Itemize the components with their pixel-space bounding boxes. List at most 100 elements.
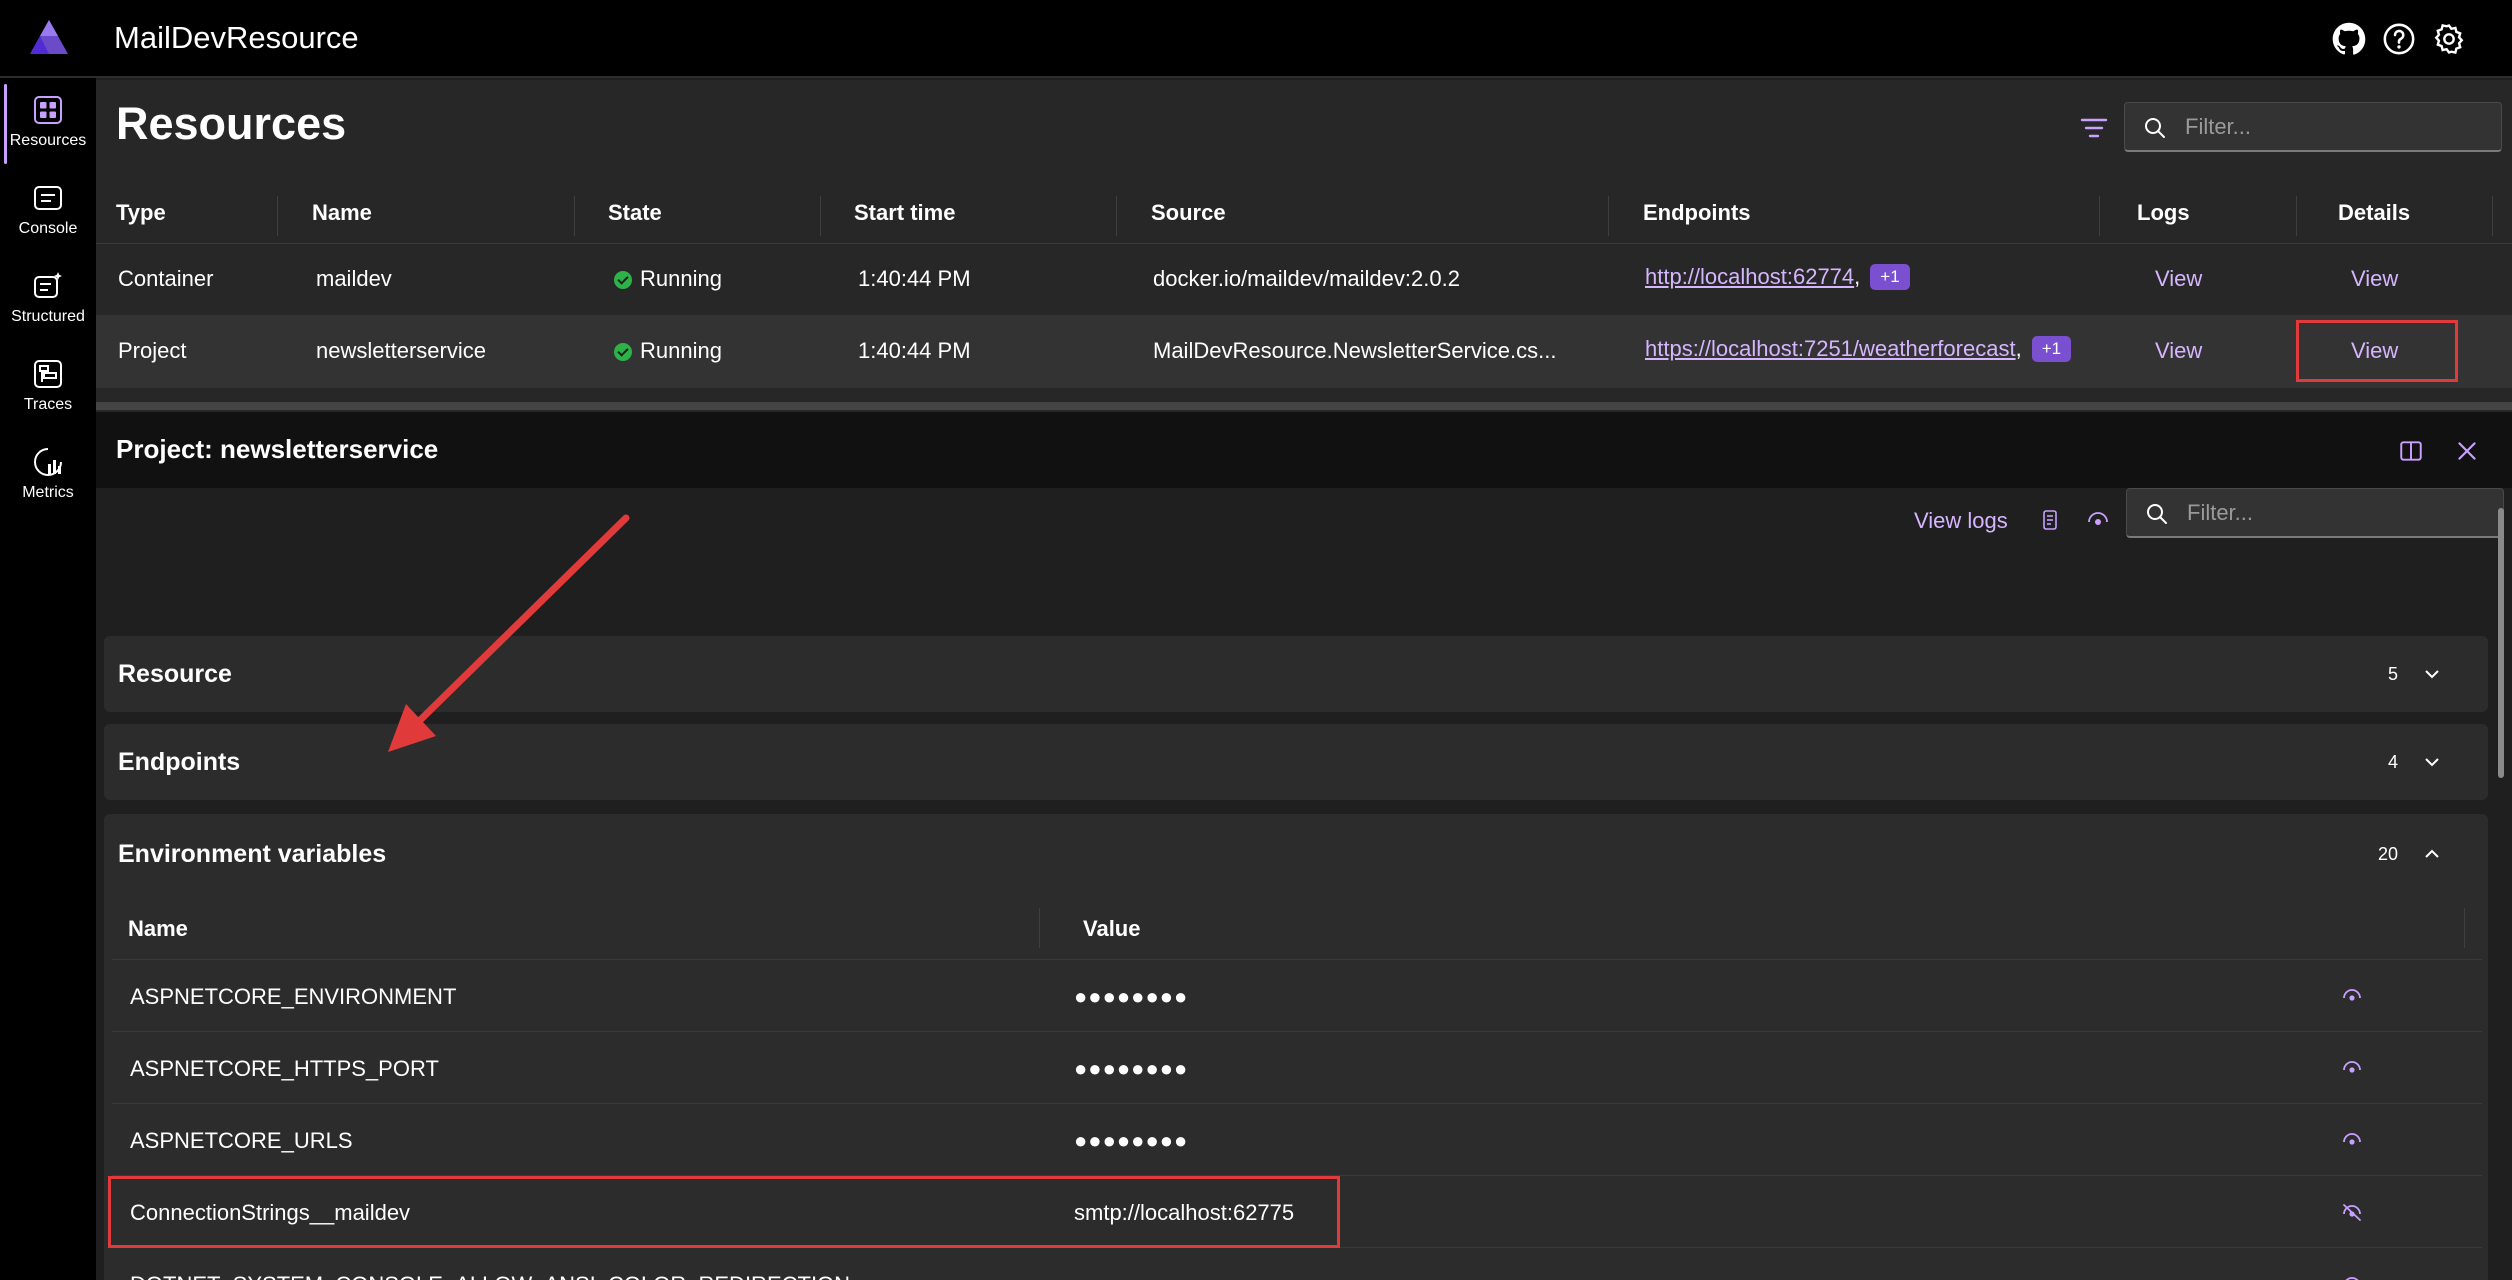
- view-logs-button[interactable]: View logs: [1914, 508, 2008, 534]
- section-count: 20: [2377, 844, 2398, 864]
- env-table-header: Name Value: [112, 894, 2482, 960]
- eye-icon[interactable]: [2340, 984, 2364, 1008]
- grid-icon: [34, 96, 62, 124]
- aspire-logo-icon[interactable]: [28, 18, 70, 56]
- env-var-name: DOTNET_SYSTEM_CONSOLE_ALLOW_ANSI_COLOR_R…: [130, 1272, 850, 1280]
- nav-item-console[interactable]: Console: [0, 166, 96, 250]
- column-header-value[interactable]: Value: [1083, 916, 1140, 942]
- resource-state: Running: [614, 338, 722, 364]
- column-separator: [2296, 196, 2297, 236]
- metrics-icon: [34, 448, 62, 476]
- column-header-source[interactable]: Source: [1151, 200, 1226, 226]
- section-header-environment-variables[interactable]: Environment variables 20: [104, 814, 2488, 890]
- nav-item-structured[interactable]: Structured: [0, 254, 96, 338]
- eye-icon[interactable]: [2340, 1128, 2364, 1152]
- column-header-name[interactable]: Name: [128, 916, 188, 942]
- scrollbar-thumb[interactable]: [2498, 508, 2504, 778]
- search-icon: [2147, 504, 2167, 524]
- column-separator: [1039, 908, 1040, 948]
- env-var-value: ●●●●●●●●: [1074, 1272, 1188, 1280]
- column-header-endpoints[interactable]: Endpoints: [1643, 200, 1751, 226]
- github-icon[interactable]: [2332, 22, 2366, 56]
- resource-state: Running: [614, 266, 722, 292]
- nav-label: Console: [18, 220, 78, 237]
- top-bar: MailDevResource: [0, 0, 2512, 78]
- eye-icon[interactable]: [2340, 1272, 2364, 1280]
- running-check-icon: [614, 271, 632, 289]
- env-row[interactable]: ASPNETCORE_ENVIRONMENT ●●●●●●●●: [112, 960, 2482, 1032]
- eye-icon[interactable]: [2340, 1056, 2364, 1080]
- column-separator: [1608, 196, 1609, 236]
- details-scrollbar[interactable]: [2494, 488, 2508, 1280]
- view-details-link[interactable]: View: [2351, 266, 2398, 292]
- running-check-icon: [614, 343, 632, 361]
- env-var-value: ●●●●●●●●: [1074, 1128, 1189, 1153]
- nav-rail: Resources Console Structured Traces Metr…: [0, 78, 96, 1280]
- chevron-down-icon: [2425, 670, 2439, 679]
- filter-icon[interactable]: [2076, 110, 2112, 146]
- column-header-start-time[interactable]: Start time: [854, 200, 955, 226]
- close-icon[interactable]: [2454, 438, 2480, 464]
- highlight-box: [108, 1176, 1340, 1248]
- resources-search-box[interactable]: [2124, 102, 2502, 152]
- settings-gear-icon[interactable]: [2432, 22, 2466, 56]
- resource-endpoints: https://localhost:7251/weatherforecast, +…: [1645, 336, 2072, 362]
- env-row[interactable]: ConnectionStrings__maildev smtp://localh…: [108, 1176, 2482, 1248]
- resource-name: maildev: [316, 266, 392, 291]
- column-header-type[interactable]: Type: [116, 200, 166, 226]
- column-header-name[interactable]: Name: [312, 200, 372, 226]
- details-filter-input[interactable]: [2187, 497, 2487, 529]
- section-count: 5: [2387, 664, 2398, 684]
- env-var-name: ASPNETCORE_HTTPS_PORT: [130, 1056, 439, 1081]
- column-header-state[interactable]: State: [608, 200, 662, 226]
- resource-row-maildev[interactable]: Container maildev Running 1:40:44 PM doc…: [96, 244, 2512, 316]
- section-title: Endpoints: [118, 748, 241, 776]
- details-panel: View logs Resource 5: [96, 488, 2512, 1280]
- resource-start-time: 1:40:44 PM: [858, 266, 971, 291]
- section-resource[interactable]: Resource 5: [104, 636, 2488, 712]
- endpoint-link[interactable]: http://localhost:62774: [1645, 264, 1854, 289]
- view-logs-link[interactable]: View: [2155, 338, 2202, 364]
- more-endpoints-badge[interactable]: +1: [2031, 336, 2072, 362]
- details-search-box[interactable]: [2126, 488, 2504, 538]
- structured-logs-icon: [34, 272, 62, 298]
- env-row[interactable]: DOTNET_SYSTEM_CONSOLE_ALLOW_ANSI_COLOR_R…: [112, 1248, 2482, 1280]
- nav-label: Metrics: [22, 484, 74, 501]
- nav-label: Structured: [11, 308, 85, 325]
- resource-endpoints: http://localhost:62774, +1: [1645, 264, 1910, 290]
- env-row[interactable]: ASPNETCORE_URLS ●●●●●●●●: [112, 1104, 2482, 1176]
- env-row[interactable]: ASPNETCORE_HTTPS_PORT ●●●●●●●●: [112, 1032, 2482, 1104]
- eye-off-icon[interactable]: [2340, 1200, 2364, 1224]
- nav-item-resources[interactable]: Resources: [0, 78, 96, 164]
- view-logs-link[interactable]: View: [2155, 266, 2202, 292]
- env-var-name: ASPNETCORE_URLS: [130, 1128, 353, 1153]
- resource-start-time: 1:40:44 PM: [858, 338, 971, 363]
- resource-type: Project: [118, 338, 187, 363]
- document-icon[interactable]: [2038, 508, 2062, 532]
- main-content: Resources Type Name State Start time Sou…: [96, 80, 2512, 1280]
- help-icon[interactable]: [2382, 22, 2416, 56]
- column-separator: [2464, 908, 2465, 948]
- state-label: Running: [640, 266, 722, 291]
- nav-item-metrics[interactable]: Metrics: [0, 430, 96, 514]
- grid-header: Type Name State Start time Source Endpoi…: [96, 180, 2512, 244]
- resources-filter-input[interactable]: [2185, 111, 2485, 143]
- split-view-icon[interactable]: [2398, 438, 2424, 464]
- column-header-logs: Logs: [2137, 200, 2190, 225]
- column-separator: [1116, 196, 1117, 236]
- env-var-value: ●●●●●●●●: [1074, 984, 1189, 1009]
- console-icon: [34, 186, 62, 210]
- section-endpoints[interactable]: Endpoints 4: [104, 724, 2488, 800]
- env-var-value: ●●●●●●●●: [1074, 1056, 1189, 1081]
- resource-row-newsletterservice[interactable]: Project newsletterservice Running 1:40:4…: [96, 316, 2512, 388]
- column-separator: [2099, 196, 2100, 236]
- resource-source: MailDevResource.NewsletterService.cs...: [1153, 338, 1557, 363]
- eye-icon[interactable]: [2086, 508, 2110, 532]
- panel-splitter[interactable]: [96, 402, 2512, 410]
- nav-label: Traces: [23, 396, 73, 413]
- more-endpoints-badge[interactable]: +1: [1870, 264, 1910, 290]
- highlight-box: [2296, 320, 2458, 382]
- nav-item-traces[interactable]: Traces: [0, 342, 96, 426]
- nav-label: Resources: [9, 132, 87, 149]
- endpoint-link[interactable]: https://localhost:7251/weatherforecast: [1645, 336, 2016, 361]
